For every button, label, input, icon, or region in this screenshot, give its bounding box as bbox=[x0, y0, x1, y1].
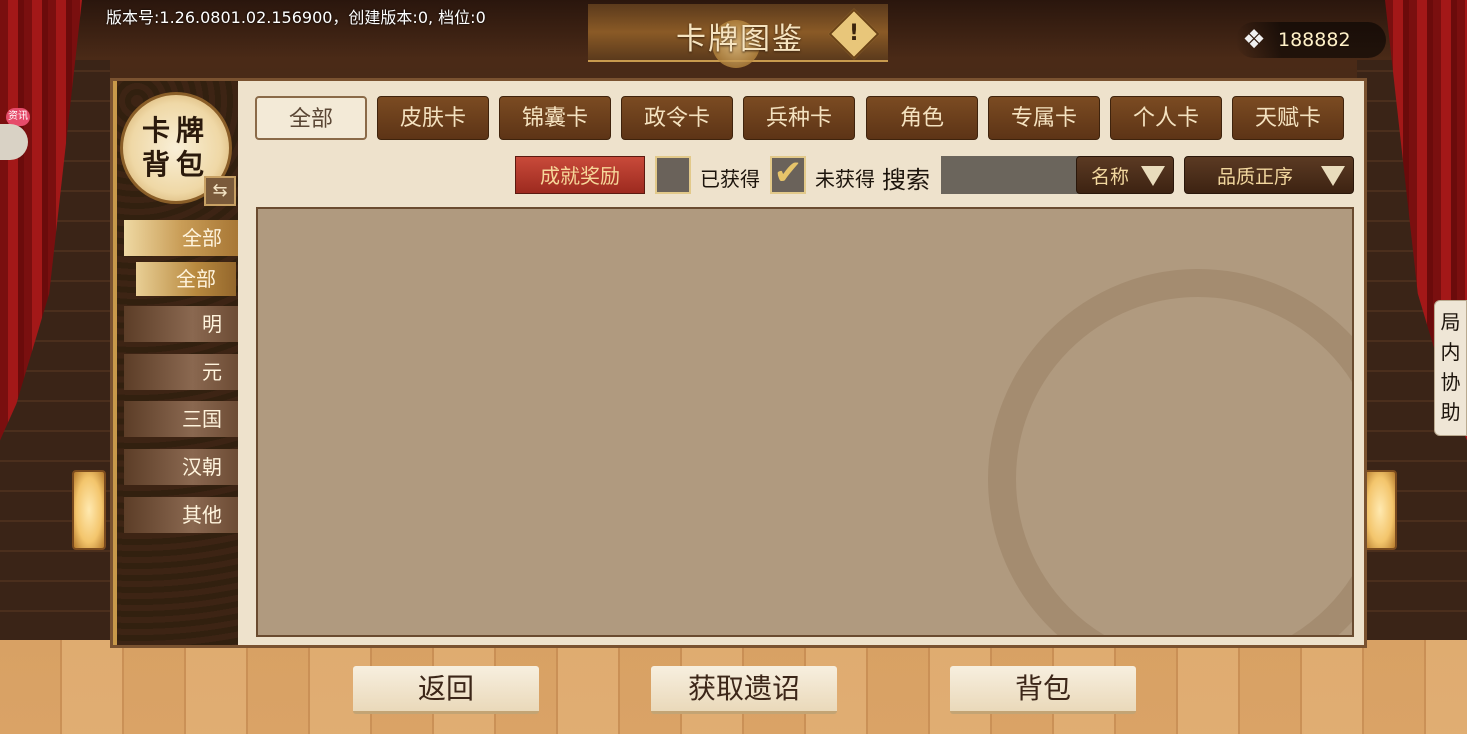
warning-icon: ! bbox=[848, 21, 860, 46]
card-grid-area bbox=[256, 207, 1354, 637]
search-label: 搜索 bbox=[882, 166, 930, 194]
page-title: 卡牌图鉴 bbox=[676, 22, 804, 57]
tab-talent[interactable]: 天赋卡 bbox=[1232, 96, 1344, 140]
backpack-button[interactable]: 背包 bbox=[950, 666, 1136, 714]
tab-decree[interactable]: 政令卡 bbox=[621, 96, 733, 140]
lantern-left-icon bbox=[72, 470, 106, 550]
tab-troop[interactable]: 兵种卡 bbox=[743, 96, 855, 140]
tab-personal[interactable]: 个人卡 bbox=[1110, 96, 1222, 140]
tab-all[interactable]: 全部 bbox=[255, 96, 367, 140]
dropdown-arrow-icon bbox=[1141, 166, 1165, 186]
backpack-emblem-text: 卡牌背包 bbox=[141, 114, 210, 181]
assist-char: 局 bbox=[1440, 310, 1461, 334]
tab-skin[interactable]: 皮肤卡 bbox=[377, 96, 489, 140]
swap-icon[interactable]: ⇆ bbox=[204, 176, 236, 206]
tab-character[interactable]: 角色 bbox=[866, 96, 978, 140]
assist-char: 协 bbox=[1440, 370, 1461, 394]
sidebar-item-three-kingdoms[interactable]: 三国 bbox=[124, 401, 238, 437]
dropdown-arrow-icon bbox=[1321, 166, 1345, 186]
name-dropdown[interactable]: 名称 bbox=[1076, 156, 1174, 194]
news-widget[interactable]: 资讯 bbox=[0, 108, 30, 160]
achievement-reward-button[interactable]: 成就奖励 bbox=[515, 156, 645, 194]
check-icon: ✔ bbox=[773, 153, 803, 193]
in-game-assist-tab[interactable]: 局 内 协 助 bbox=[1434, 300, 1467, 436]
sidebar-item-all[interactable]: 全部 bbox=[124, 220, 238, 256]
assist-char: 助 bbox=[1440, 400, 1461, 424]
sidebar-item-han[interactable]: 汉朝 bbox=[124, 449, 238, 485]
unobtained-label: 未获得 bbox=[815, 167, 875, 191]
sidebar-item-other[interactable]: 其他 bbox=[124, 497, 238, 533]
tab-exclusive[interactable]: 专属卡 bbox=[988, 96, 1100, 140]
sidebar-subitem-all[interactable]: 全部 bbox=[136, 262, 236, 296]
news-avatar-icon bbox=[0, 124, 28, 160]
assist-char: 内 bbox=[1440, 340, 1461, 364]
tab-strategy[interactable]: 锦囊卡 bbox=[499, 96, 611, 140]
dragon-watermark-icon bbox=[988, 269, 1352, 635]
obtained-checkbox[interactable] bbox=[655, 156, 691, 194]
name-dropdown-label: 名称 bbox=[1091, 165, 1130, 188]
sidebar-item-ming[interactable]: 明 bbox=[124, 306, 238, 342]
currency-value: 188882 bbox=[1278, 29, 1351, 51]
search-input[interactable] bbox=[941, 156, 1081, 194]
currency-display: ❖ 188882 bbox=[1236, 22, 1386, 58]
unobtained-checkbox[interactable]: ✔ bbox=[770, 156, 806, 194]
obtained-label: 已获得 bbox=[700, 167, 760, 191]
sort-dropdown[interactable]: 品质正序 bbox=[1184, 156, 1354, 194]
sidebar-item-yuan[interactable]: 元 bbox=[124, 354, 238, 390]
get-edict-button[interactable]: 获取遗诏 bbox=[651, 666, 837, 714]
lantern-right-icon bbox=[1363, 470, 1397, 550]
version-text: 版本号:1.26.0801.02.156900，创建版本:0, 档位:0 bbox=[106, 8, 486, 27]
fan-icon: ❖ bbox=[1242, 25, 1266, 55]
sort-dropdown-label: 品质正序 bbox=[1217, 165, 1294, 188]
back-button[interactable]: 返回 bbox=[353, 666, 539, 714]
